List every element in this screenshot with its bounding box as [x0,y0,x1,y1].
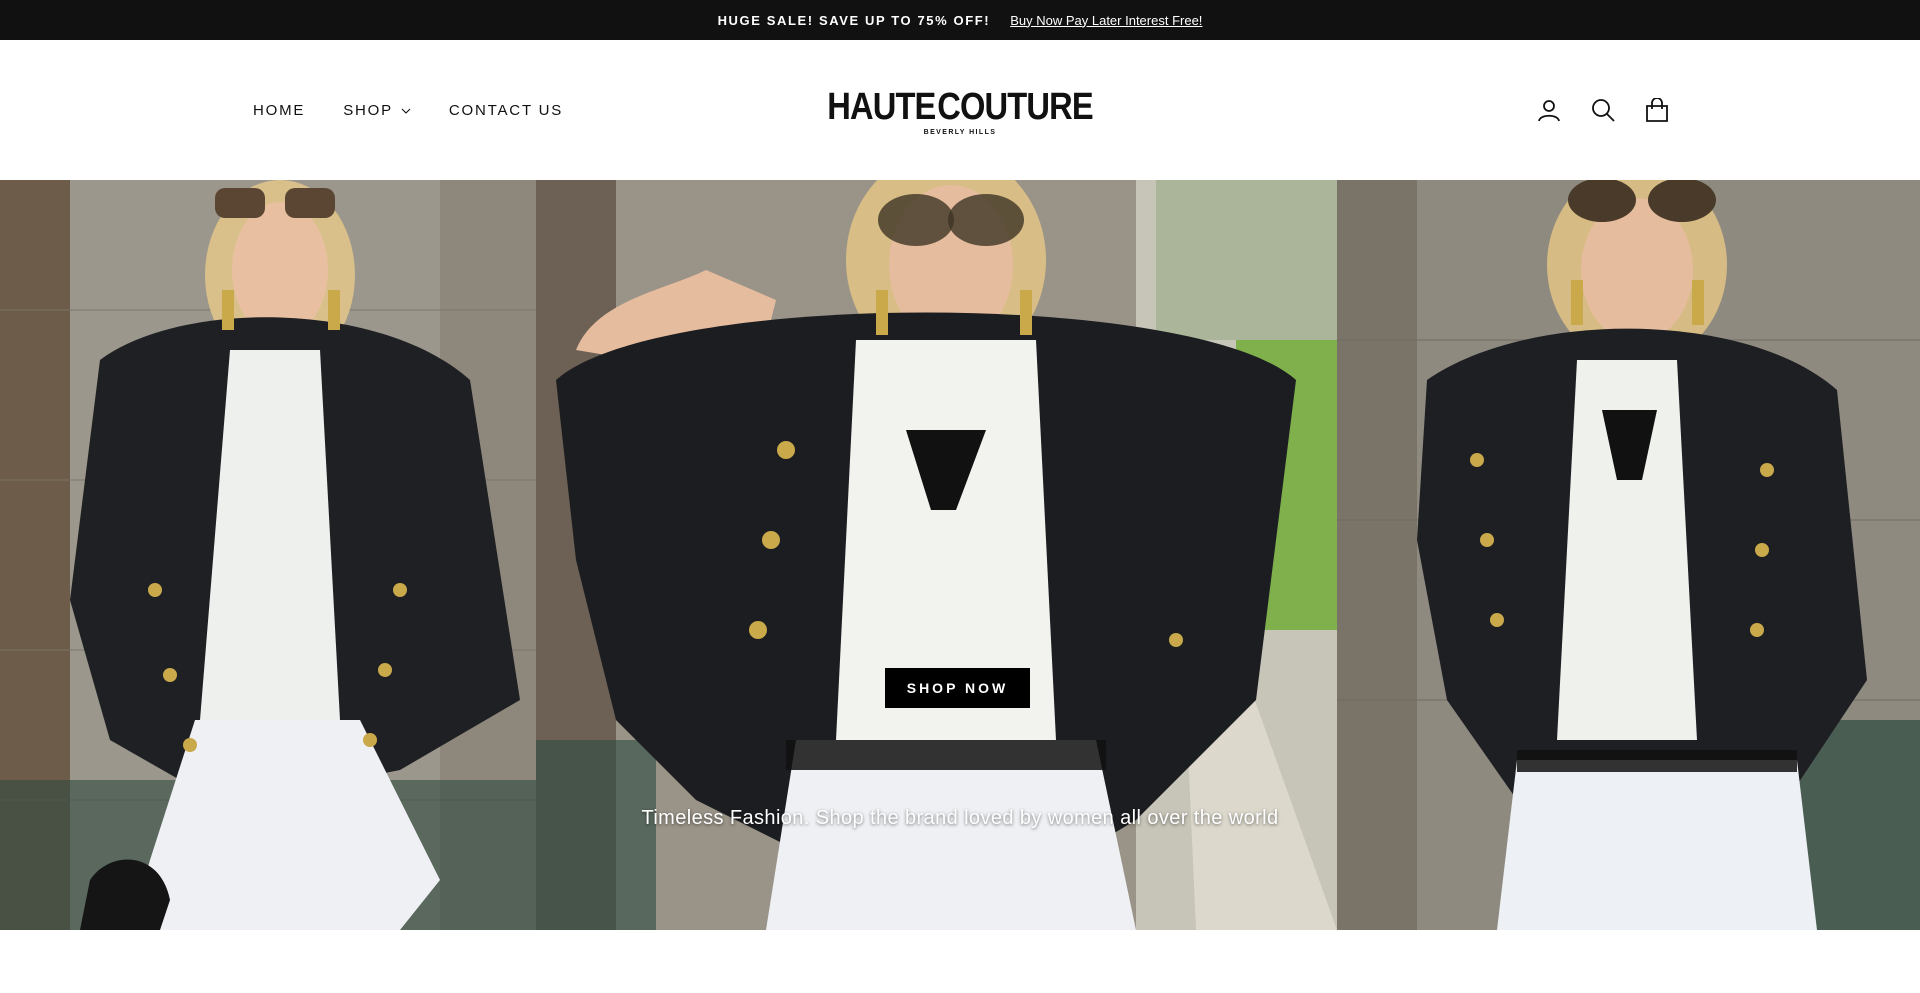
logo-wordmark: HAUTE COUTURE [827,88,1093,126]
bnpl-link[interactable]: Buy Now Pay Later Interest Free! [1010,13,1202,28]
nav-home-label: HOME [253,101,306,119]
site-header: HOME SHOP CONTACT US HAUTE COUTURE BEVER… [0,40,1920,180]
nav-contact-label: CONTACT US [448,101,564,119]
announcement-bar: HUGE SALE! SAVE UP TO 75% OFF! Buy Now P… [0,0,1920,40]
nav-shop[interactable]: SHOP [343,102,411,119]
nav-home[interactable]: HOME [253,102,305,119]
brand-logo[interactable]: HAUTE COUTURE BEVERLY HILLS [827,88,1093,140]
logo-word-haute: HAUTE [827,86,936,128]
cart-icon [1646,98,1668,122]
chevron-down-icon [401,108,411,114]
cart-button[interactable] [1644,97,1670,123]
hero-tagline: Timeless Fashion. Shop the brand loved b… [641,807,1279,829]
logo-subtitle: BEVERLY HILLS [923,129,997,136]
nav-contact[interactable]: CONTACT US [449,102,563,119]
shop-now-button[interactable]: SHOP NOW [885,668,1030,708]
nav-shop-label: SHOP [343,101,393,119]
sale-announcement: HUGE SALE! SAVE UP TO 75% OFF! [717,12,991,28]
hero-banner: Timeless Fashion. Shop the brand loved b… [0,180,1920,930]
search-icon [1592,99,1615,122]
user-icon [1538,100,1560,122]
header-icons [1536,40,1670,180]
search-button[interactable] [1590,97,1616,123]
logo-word-couture: COUTURE [937,86,1093,128]
account-button[interactable] [1536,97,1562,123]
main-nav: HOME SHOP CONTACT US [253,40,563,180]
